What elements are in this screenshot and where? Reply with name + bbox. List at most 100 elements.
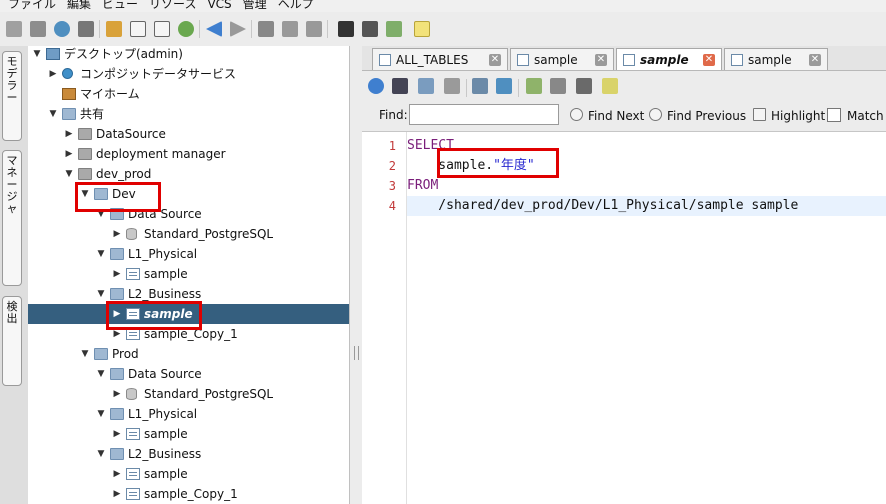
pi-icon[interactable] — [392, 78, 408, 94]
expanded-arrow-icon[interactable]: ▼ — [96, 444, 106, 464]
find-in-icon[interactable] — [362, 21, 378, 37]
export-icon[interactable] — [386, 21, 402, 37]
new-icon[interactable] — [6, 21, 22, 37]
delete-icon[interactable] — [78, 21, 94, 37]
expand-icon[interactable] — [130, 21, 146, 37]
format-icon[interactable] — [444, 78, 460, 94]
menu-view[interactable]: ビュー — [102, 0, 138, 10]
tab-all-tables[interactable]: ALL_TABLES ✕ — [372, 48, 508, 70]
code-line[interactable]: /shared/dev_prod/Dev/L1_Physical/sample … — [407, 196, 886, 216]
collapsed-arrow-icon[interactable]: ▶ — [112, 224, 122, 244]
close-icon[interactable]: ✕ — [489, 53, 501, 66]
tree-item[interactable]: ▼ デスクトップ(admin) — [28, 46, 349, 64]
tree-item[interactable]: ▶ sample — [28, 424, 349, 444]
tab-modeler[interactable]: モデラー — [2, 51, 22, 141]
tree-item[interactable]: ▼ L2_Business — [28, 284, 349, 304]
match-case-checkbox[interactable]: Match C — [827, 108, 886, 123]
forward-icon[interactable] — [230, 21, 246, 37]
tree-item[interactable]: ▼ Dev — [28, 184, 349, 204]
tree-item[interactable]: ▶ sample_Copy_1 — [28, 324, 349, 344]
menu-file[interactable]: ファイル — [8, 0, 56, 10]
collapsed-arrow-icon[interactable]: ▶ — [112, 264, 122, 284]
tree-item[interactable]: ▶ コンポジットデータサービス — [28, 64, 349, 84]
paste-icon[interactable] — [306, 21, 322, 37]
collapsed-arrow-icon[interactable]: ▶ — [112, 324, 122, 344]
tree-item-selected[interactable]: ▶ sample — [28, 304, 349, 324]
tree-item[interactable]: ▶ deployment manager — [28, 144, 349, 164]
collapsed-arrow-icon[interactable]: ▶ — [64, 144, 74, 164]
expanded-arrow-icon[interactable]: ▼ — [32, 46, 42, 64]
list-icon[interactable] — [576, 78, 592, 94]
tree-item[interactable]: ▶ Standard_PostgreSQL — [28, 384, 349, 404]
save-icon[interactable] — [472, 78, 488, 94]
code-line[interactable]: sample."年度" — [407, 156, 886, 176]
menu-edit[interactable]: 編集 — [67, 0, 91, 10]
tree-item[interactable]: ▼ L2_Business — [28, 444, 349, 464]
tree-item[interactable]: ▶ sample_Copy_1 — [28, 484, 349, 504]
find-next-button[interactable]: Find Next — [570, 108, 644, 123]
collapsed-arrow-icon[interactable]: ▶ — [48, 64, 58, 84]
tree-item[interactable]: ▶ sample — [28, 264, 349, 284]
back-icon[interactable] — [206, 21, 222, 37]
collapse-icon[interactable] — [154, 21, 170, 37]
tree-item[interactable]: ▶ sample — [28, 464, 349, 484]
search-icon[interactable] — [550, 78, 566, 94]
find-previous-button[interactable]: Find Previous — [649, 108, 746, 123]
expanded-arrow-icon[interactable]: ▼ — [80, 344, 90, 364]
refresh-icon[interactable] — [106, 21, 122, 37]
tree-item[interactable]: ▼ L1_Physical — [28, 244, 349, 264]
tree-item[interactable]: ▼ Data Source — [28, 204, 349, 224]
globe-save-icon[interactable] — [54, 21, 70, 37]
menu-vcs[interactable]: VCS — [207, 0, 231, 10]
close-icon[interactable]: ✕ — [703, 53, 715, 66]
code-area[interactable]: SELECT sample."年度" FROM /shared/dev_prod/… — [407, 132, 886, 504]
expanded-arrow-icon[interactable]: ▼ — [96, 244, 106, 264]
tab-sample-3[interactable]: sample ✕ — [724, 48, 828, 70]
diagram-icon[interactable] — [418, 78, 434, 94]
close-icon[interactable]: ✕ — [809, 53, 821, 66]
tab-sample-1[interactable]: sample ✕ — [510, 48, 614, 70]
insert-icon[interactable] — [526, 78, 542, 94]
page-icon[interactable] — [602, 78, 618, 94]
collapsed-arrow-icon[interactable]: ▶ — [64, 124, 74, 144]
expanded-arrow-icon[interactable]: ▼ — [64, 164, 74, 184]
expanded-arrow-icon[interactable]: ▼ — [96, 364, 106, 384]
expanded-arrow-icon[interactable]: ▼ — [48, 104, 58, 124]
code-line[interactable]: SELECT — [407, 136, 886, 156]
expanded-arrow-icon[interactable]: ▼ — [96, 284, 106, 304]
tree-item[interactable]: マイホーム — [28, 84, 349, 104]
close-icon[interactable]: ✕ — [595, 53, 607, 66]
upload-icon[interactable] — [496, 78, 512, 94]
note-icon[interactable] — [414, 21, 430, 37]
collapsed-arrow-icon[interactable]: ▶ — [112, 304, 122, 324]
splitter[interactable] — [350, 46, 362, 504]
tab-discovery[interactable]: 検出 — [2, 296, 22, 386]
collapsed-arrow-icon[interactable]: ▶ — [112, 464, 122, 484]
collapsed-arrow-icon[interactable]: ▶ — [112, 484, 122, 504]
tree-item[interactable]: ▶ DataSource — [28, 124, 349, 144]
tree-item[interactable]: ▼ L1_Physical — [28, 404, 349, 424]
find-input[interactable] — [409, 104, 559, 125]
save-icon[interactable] — [30, 21, 46, 37]
tree-item[interactable]: ▶ Standard_PostgreSQL — [28, 224, 349, 244]
expanded-arrow-icon[interactable]: ▼ — [96, 404, 106, 424]
tree-item[interactable]: ▼ Prod — [28, 344, 349, 364]
menu-admin[interactable]: 管理 — [243, 0, 267, 10]
binoculars-icon[interactable] — [338, 21, 354, 37]
tab-manager[interactable]: マネージャ — [2, 150, 22, 286]
execute-icon[interactable] — [368, 78, 384, 94]
collapsed-arrow-icon[interactable]: ▶ — [112, 384, 122, 404]
code-line[interactable]: FROM — [407, 176, 886, 196]
copy-icon[interactable] — [282, 21, 298, 37]
menu-resource[interactable]: リソース — [149, 0, 196, 10]
tab-sample-active[interactable]: sample ✕ — [616, 48, 722, 70]
highlight-button[interactable]: Highlight — [753, 108, 825, 123]
menu-help[interactable]: ヘルプ — [278, 0, 314, 10]
cut-icon[interactable] — [258, 21, 274, 37]
sync-icon[interactable] — [178, 21, 194, 37]
tree-item[interactable]: ▼ 共有 — [28, 104, 349, 124]
tree-item[interactable]: ▼ Data Source — [28, 364, 349, 384]
expanded-arrow-icon[interactable]: ▼ — [80, 184, 90, 204]
expanded-arrow-icon[interactable]: ▼ — [96, 204, 106, 224]
tree-item[interactable]: ▼ dev_prod — [28, 164, 349, 184]
